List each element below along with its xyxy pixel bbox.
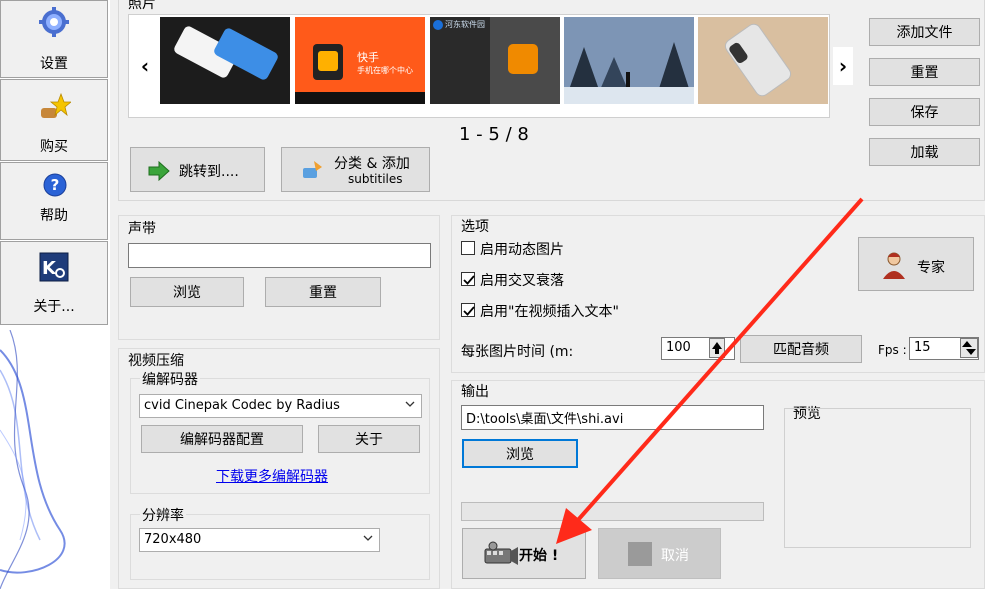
phone-photo-image — [160, 17, 290, 104]
sound-file-input[interactable] — [128, 243, 431, 268]
codec-group-label: 编解码器 — [140, 369, 200, 389]
resolution-group-label: 分辨率 — [140, 505, 186, 525]
insert-text-label: 启用"在视频插入文本" — [480, 304, 619, 320]
crossfade-checkbox[interactable] — [461, 272, 475, 286]
checkmark-icon — [463, 306, 475, 316]
save-button[interactable]: 保存 — [869, 98, 980, 126]
gear-icon — [39, 7, 69, 37]
classify-add-label: 分类 & 添加 — [334, 156, 410, 172]
cancel-stop-icon — [628, 542, 652, 566]
download-codecs-link[interactable]: 下载更多编解码器 — [216, 466, 328, 486]
thumbnail-subtitle-text: 手机在哪个中心 — [357, 66, 413, 75]
crossfade-label: 启用交叉衰落 — [480, 273, 564, 289]
start-button[interactable]: 开始 ! — [462, 528, 586, 579]
sidebar-item-label: 购买 — [40, 139, 68, 155]
insert-text-checkbox[interactable] — [461, 303, 475, 317]
buy-star-icon — [41, 92, 71, 118]
svg-text:K: K — [42, 258, 57, 279]
load-button[interactable]: 加载 — [869, 138, 980, 166]
spin-up-icon — [712, 342, 722, 354]
winter-scene-image — [564, 17, 694, 104]
subtitles-label: subtitiles — [348, 172, 403, 186]
dynamic-image-checkbox[interactable] — [461, 241, 475, 255]
thumbnail-title-text: 快手 — [357, 51, 379, 64]
expert-person-icon — [883, 252, 905, 279]
codec-config-button[interactable]: 编解码器配置 — [141, 425, 303, 453]
sidebar-item-label: 关于... — [33, 299, 75, 315]
photo-thumbnail[interactable] — [160, 17, 290, 104]
time-per-image-label: 每张图片时间 (m: — [461, 344, 574, 360]
subtitle-tag-icon — [303, 161, 322, 178]
iphone-photo-image — [698, 17, 828, 104]
photo-prev-button[interactable]: ‹ — [135, 47, 155, 85]
checkmark-icon — [463, 275, 475, 285]
time-spin-button[interactable] — [709, 338, 725, 358]
photo-thumbnail[interactable]: 快手 手机在哪个中心 — [295, 17, 425, 104]
jump-to-button[interactable]: 跳转到.... — [130, 147, 265, 192]
film-reel-icon — [484, 541, 518, 565]
output-path-input[interactable]: D:\tools\桌面\文件\shi.avi — [461, 405, 764, 430]
codec-selected-value: cvid Cinepak Codec by Radius — [144, 398, 340, 413]
chevron-down-icon — [363, 535, 373, 541]
codec-select[interactable]: cvid Cinepak Codec by Radius — [139, 394, 422, 418]
jump-to-label: 跳转到.... — [179, 164, 239, 180]
sidebar-item-label: 设置 — [40, 56, 68, 72]
resolution-select[interactable]: 720x480 — [139, 528, 380, 552]
progress-bar — [461, 502, 764, 521]
dynamic-image-label: 启用动态图片 — [480, 242, 564, 258]
fps-label: Fps : — [878, 343, 907, 357]
add-file-button[interactable]: 添加文件 — [869, 18, 980, 46]
left-sidebar: 设置 购买 ? 帮助 K 关于... — [0, 0, 110, 589]
jump-arrow-icon — [148, 161, 170, 181]
photo-thumbnail[interactable] — [698, 17, 828, 104]
sidebar-item-settings[interactable]: 设置 — [0, 0, 108, 78]
photo-next-button[interactable]: › — [833, 47, 853, 85]
compression-group-label: 视频压缩 — [128, 353, 184, 369]
page-indicator: 1 - 5 / 8 — [459, 124, 529, 145]
spin-updown-icon — [962, 341, 976, 355]
sidebar-item-label: 帮助 — [40, 208, 68, 224]
sidebar-item-buy[interactable]: 购买 — [0, 79, 108, 161]
sidebar-item-help[interactable]: ? 帮助 — [0, 162, 108, 240]
sound-browse-button[interactable]: 浏览 — [130, 277, 244, 307]
chevron-down-icon — [405, 401, 415, 407]
decorative-swirl-graphic — [0, 330, 66, 589]
sound-reset-button[interactable]: 重置 — [265, 277, 381, 307]
codec-about-button[interactable]: 关于 — [318, 425, 420, 453]
photo-thumbnail[interactable] — [564, 17, 694, 104]
output-group-label: 输出 — [461, 384, 489, 400]
options-group-label: 选项 — [461, 219, 489, 235]
thumbnail-watermark-text: 河东软件园 — [445, 20, 485, 29]
reset-photos-button[interactable]: 重置 — [869, 58, 980, 86]
help-icon: ? — [43, 173, 67, 197]
expert-button[interactable]: 专家 — [858, 237, 974, 291]
about-logo-icon: K — [39, 252, 69, 282]
start-label: 开始 ! — [519, 548, 559, 564]
dark-app-photo-image — [430, 17, 560, 104]
photo-thumbnail[interactable]: 河东软件园 — [430, 17, 560, 104]
cancel-button[interactable]: 取消 — [598, 528, 721, 579]
expert-label: 专家 — [917, 260, 945, 276]
classify-add-subtitles-button[interactable]: 分类 & 添加 subtitiles — [281, 147, 430, 192]
sound-group-label: 声带 — [128, 221, 156, 237]
match-audio-button[interactable]: 匹配音频 — [740, 335, 862, 363]
cancel-label: 取消 — [661, 548, 689, 564]
fps-spin-button[interactable] — [960, 338, 978, 358]
output-browse-button[interactable]: 浏览 — [462, 439, 578, 468]
resolution-selected-value: 720x480 — [144, 532, 202, 547]
preview-area — [784, 408, 971, 548]
photos-group-label: 照片 — [128, 0, 156, 12]
svg-text:?: ? — [51, 176, 60, 194]
sidebar-item-about[interactable]: K 关于... — [0, 241, 108, 325]
